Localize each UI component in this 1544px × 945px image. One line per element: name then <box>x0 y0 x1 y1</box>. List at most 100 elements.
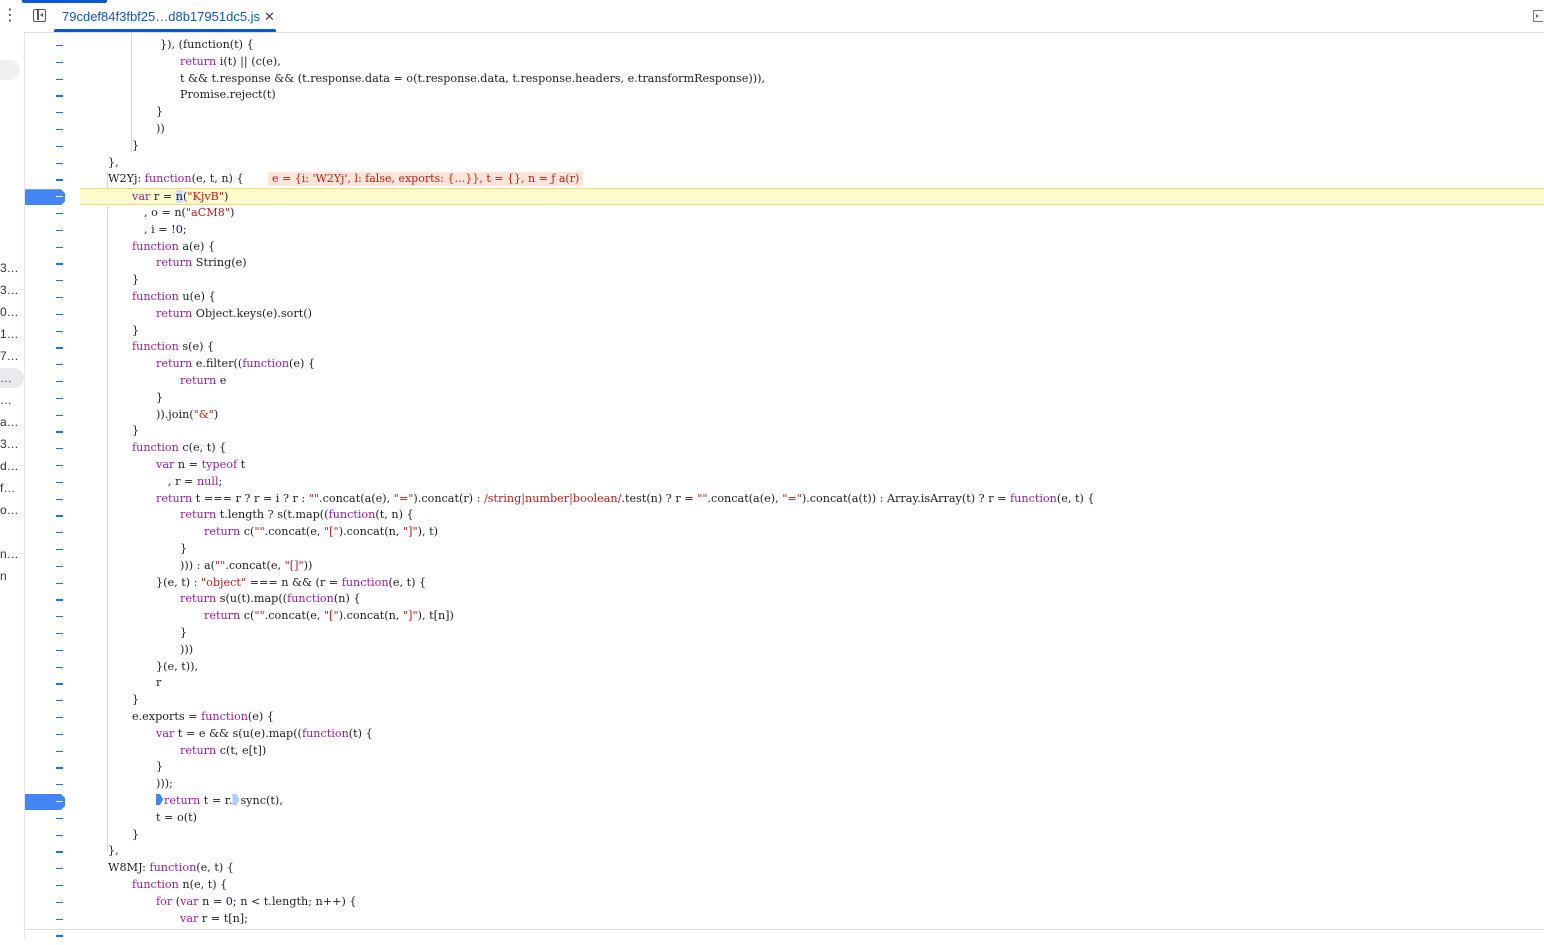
gutter-line[interactable] <box>25 357 80 374</box>
gutter-line[interactable] <box>25 576 80 593</box>
gutter-line[interactable] <box>25 508 80 525</box>
line-dash <box>56 616 63 618</box>
file-tab[interactable]: 79cdef84f3fbf25…d8b17951dc5.js ✕ <box>54 0 283 32</box>
code-number: 0 <box>175 222 183 236</box>
line-dash <box>56 280 63 282</box>
code-token: c(e, t) { <box>182 441 227 455</box>
gutter-line[interactable] <box>25 307 80 324</box>
code-text: return c("".concat(e, "[").concat(n, "]"… <box>204 524 438 541</box>
gutter-line[interactable] <box>25 744 80 761</box>
gutter-line[interactable] <box>25 592 80 609</box>
gutter-line[interactable] <box>25 441 80 458</box>
toggle-debugger-icon[interactable] <box>1533 10 1543 22</box>
gutter-line[interactable] <box>25 206 80 223</box>
gutter-line[interactable] <box>25 55 80 72</box>
line-dash <box>56 297 63 299</box>
gutter-line[interactable] <box>25 861 80 878</box>
navigator-item[interactable]: 7… <box>0 346 24 366</box>
gutter-line[interactable] <box>25 777 80 794</box>
breakpoint-marker[interactable] <box>25 794 80 811</box>
line-dash <box>56 95 63 97</box>
gutter-line[interactable] <box>25 542 80 559</box>
gutter-line[interactable] <box>25 38 80 55</box>
gutter-line[interactable] <box>25 828 80 845</box>
gutter-line[interactable] <box>25 458 80 475</box>
code-string: /string|number|boolean/ <box>483 491 622 505</box>
gutter-line[interactable] <box>25 727 80 744</box>
gutter-line[interactable] <box>25 928 80 945</box>
line-dash <box>56 45 63 47</box>
line-dash <box>56 666 63 668</box>
navigator-item[interactable]: d… <box>0 456 24 476</box>
gutter-line[interactable] <box>25 324 80 341</box>
inline-breakpoint-icon[interactable] <box>156 794 163 805</box>
navigator-item[interactable]: n <box>0 566 24 586</box>
code-text: } <box>132 827 139 844</box>
code-token: , r = <box>168 474 197 488</box>
gutter-line[interactable] <box>25 105 80 122</box>
code-line: } <box>80 138 1544 155</box>
gutter-line[interactable] <box>25 895 80 912</box>
navigator-item[interactable]: … <box>0 390 24 410</box>
navigator-item[interactable]: a… <box>0 412 24 432</box>
gutter-line[interactable] <box>25 760 80 777</box>
code-line: ))) : a("".concat(e, "[]")) <box>80 558 1544 575</box>
gutter-line[interactable] <box>25 340 80 357</box>
gutter-line[interactable] <box>25 256 80 273</box>
code-line: return c("".concat(e, "[").concat(n, "]"… <box>80 608 1544 625</box>
navigator-item[interactable]: 0… <box>0 302 24 322</box>
code-text: return t = r. sync(t), <box>156 793 283 810</box>
gutter-line[interactable] <box>25 912 80 929</box>
gutter-line[interactable] <box>25 156 80 173</box>
gutter-line[interactable] <box>25 559 80 576</box>
navigator-item[interactable]: o… <box>0 500 24 520</box>
gutter-line[interactable] <box>25 676 80 693</box>
code-editor[interactable]: }), (function(t) {return i(t) || (c(e), t… <box>80 32 1544 928</box>
gutter-line[interactable] <box>25 878 80 895</box>
gutter-line[interactable] <box>25 643 80 660</box>
inline-breakpoint-icon[interactable] <box>232 794 240 805</box>
gutter-line[interactable] <box>25 88 80 105</box>
gutter-line[interactable] <box>25 223 80 240</box>
gutter-line[interactable] <box>25 391 80 408</box>
navigator-item[interactable]: n… <box>0 544 24 564</box>
gutter-line[interactable] <box>25 172 80 189</box>
gutter-line[interactable] <box>25 273 80 290</box>
code-line: function c(e, t) { <box>80 440 1544 457</box>
navigator-item[interactable]: 3… <box>0 434 24 454</box>
navigator-item[interactable]: 3… <box>0 258 24 278</box>
gutter-line[interactable] <box>25 122 80 139</box>
navigator-item[interactable]: 1… <box>0 324 24 344</box>
gutter-line[interactable] <box>25 660 80 677</box>
gutter-line[interactable] <box>25 424 80 441</box>
gutter-line[interactable] <box>25 844 80 861</box>
gutter-line[interactable] <box>25 492 80 509</box>
navigator-item[interactable]: f… <box>0 478 24 498</box>
more-options-icon[interactable]: ⋮ <box>2 6 18 26</box>
gutter-line[interactable] <box>25 811 80 828</box>
gutter-line[interactable] <box>25 626 80 643</box>
navigator-item[interactable]: … <box>0 368 24 388</box>
code-string: "aCM8" <box>185 206 231 219</box>
navigator-item[interactable]: 3… <box>0 280 24 300</box>
gutter-line[interactable] <box>25 408 80 425</box>
gutter-line[interactable] <box>25 139 80 156</box>
code-token: t && t.response && (t.response.data = o(… <box>180 71 766 85</box>
gutter-line[interactable] <box>25 710 80 727</box>
toggle-navigator-icon[interactable] <box>33 9 46 22</box>
code-text: } <box>156 104 163 121</box>
code-token: c( <box>243 525 255 539</box>
code-token: ).concat(n, <box>338 525 403 539</box>
gutter-line[interactable] <box>25 609 80 626</box>
breakpoint-marker[interactable] <box>25 189 80 206</box>
gutter-line[interactable] <box>25 475 80 492</box>
code-token: ))); <box>156 777 173 791</box>
gutter-line[interactable] <box>25 525 80 542</box>
gutter-line[interactable] <box>25 374 80 391</box>
code-token: (n) { <box>333 592 361 606</box>
gutter-line[interactable] <box>25 693 80 710</box>
code-token: n(e, t) { <box>182 878 228 891</box>
gutter-line[interactable] <box>25 290 80 307</box>
gutter-line[interactable] <box>25 240 80 257</box>
gutter-line[interactable] <box>25 72 80 89</box>
